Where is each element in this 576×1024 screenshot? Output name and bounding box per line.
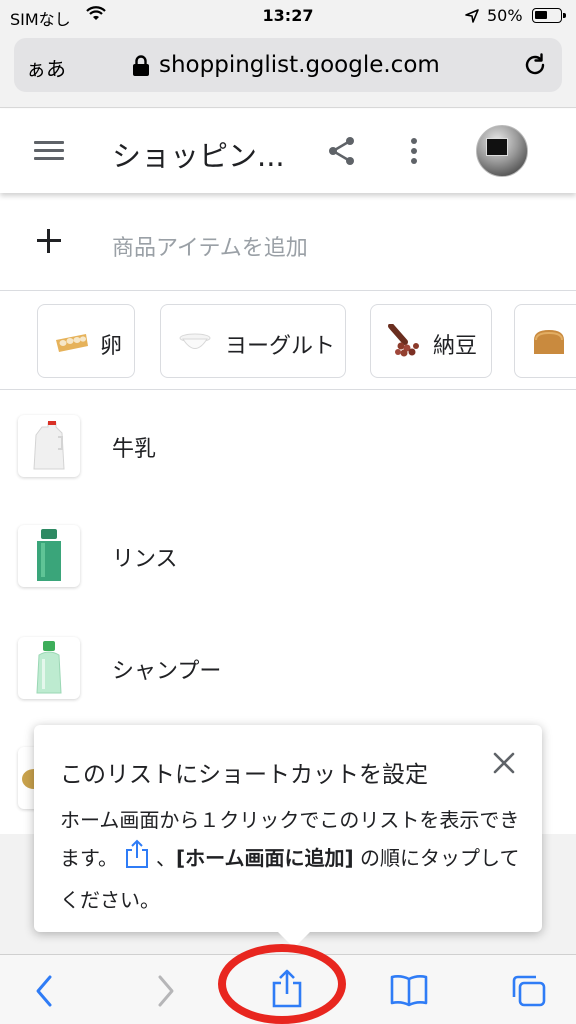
app-header: ショッピン... (0, 109, 576, 193)
plus-icon[interactable] (37, 229, 61, 253)
lock-icon (132, 55, 150, 81)
yogurt-icon (177, 324, 213, 360)
chip-yogurt[interactable]: ヨーグルト (160, 304, 346, 378)
tooltip-text-sep: 、 (156, 846, 176, 870)
milk-jug-icon (18, 415, 80, 477)
back-icon[interactable] (32, 973, 56, 1013)
natto-icon (387, 323, 423, 360)
shampoo-bottle-icon (18, 637, 80, 699)
more-options-icon[interactable] (408, 137, 420, 169)
browser-address-area: ぁあ shoppinglist.google.com (0, 32, 576, 108)
avatar[interactable] (476, 125, 528, 177)
item-name: 牛乳 (112, 437, 157, 462)
item-name: シャンプー (112, 659, 222, 684)
chip-egg[interactable]: 卵 (37, 304, 135, 378)
tooltip-add-to-home: ホーム画面に追加 (185, 846, 345, 870)
chip-label: 卵 (100, 334, 123, 359)
conditioner-bottle-icon (18, 525, 80, 587)
location-arrow-icon (464, 8, 480, 28)
chip-label: ヨーグルト (225, 334, 336, 359)
forward-icon[interactable] (154, 973, 178, 1013)
add-item-row[interactable]: 商品アイテムを追加 (0, 193, 576, 291)
battery-icon (532, 8, 566, 23)
status-bar: SIMなし 13:27 50% (0, 0, 576, 32)
reload-icon[interactable] (522, 52, 548, 82)
tabs-icon[interactable] (510, 973, 548, 1013)
chip-label: 納豆 (433, 334, 478, 359)
highlight-circle (218, 944, 346, 1024)
suggestion-chips: 卵 ヨーグルト 納豆 (0, 292, 576, 390)
share-icon[interactable] (326, 135, 358, 171)
tooltip-bracket-close: ] (344, 846, 354, 870)
shortcut-tooltip: このリストにショートカットを設定 ホーム画面から１クリックでこのリストを表示でき… (34, 725, 542, 948)
share-icon (124, 839, 150, 881)
add-item-input[interactable]: 商品アイテムを追加 (112, 230, 308, 262)
list-item[interactable]: 牛乳 (0, 391, 576, 501)
list-item[interactable]: シャンプー (0, 611, 576, 721)
battery-percent: 50% (487, 6, 523, 25)
tooltip-body: ホーム画面から１クリックでこのリストを表示できます。 、[ホーム画面に追加] の順… (60, 801, 530, 919)
bread-icon (531, 324, 567, 360)
item-name: リンス (112, 547, 178, 572)
tooltip-bracket-open: [ (176, 846, 186, 870)
chip-natto[interactable]: 納豆 (370, 304, 492, 378)
address-bar[interactable]: ぁあ shoppinglist.google.com (14, 38, 562, 92)
close-icon[interactable] (492, 751, 516, 779)
bookmarks-icon[interactable] (389, 973, 429, 1011)
tooltip-title: このリストにショートカットを設定 (60, 762, 428, 788)
list-item[interactable]: リンス (0, 501, 576, 611)
menu-icon[interactable] (34, 141, 64, 163)
chip-bread[interactable] (514, 304, 576, 378)
text-size-button[interactable]: ぁあ (26, 53, 66, 82)
page-title: ショッピン... (112, 139, 285, 173)
url-domain[interactable]: shoppinglist.google.com (159, 52, 440, 78)
egg-carton-icon (54, 324, 90, 360)
